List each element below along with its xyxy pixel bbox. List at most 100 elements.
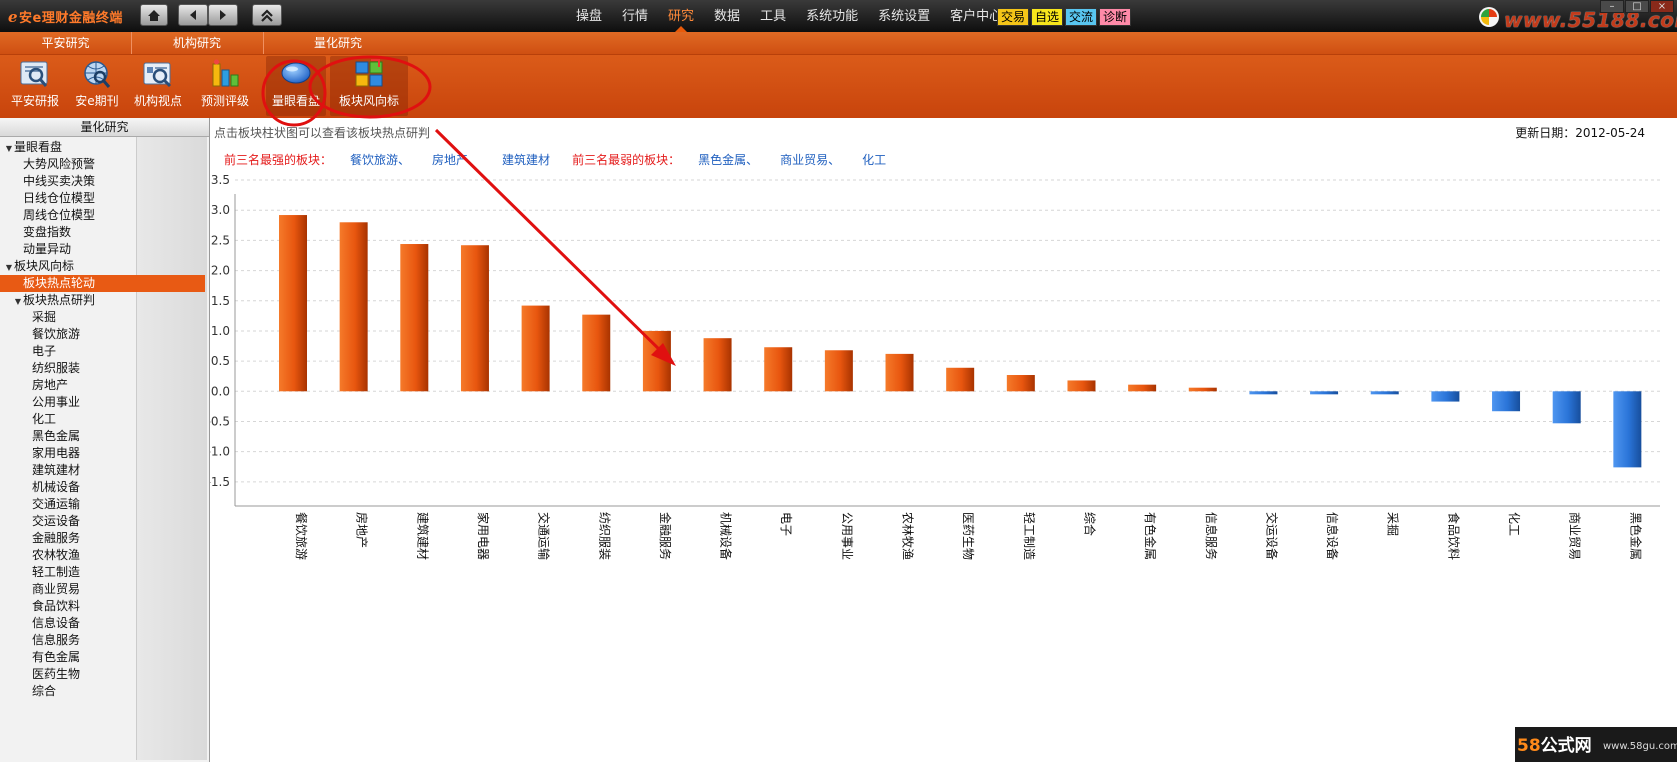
- tree-item[interactable]: 周线仓位模型: [0, 207, 209, 224]
- quick-button[interactable]: 交易: [997, 8, 1030, 26]
- tree-item[interactable]: ▼ 板块热点研判: [0, 292, 209, 309]
- tree-item[interactable]: 农林牧渔: [0, 547, 209, 564]
- bar-电子[interactable]: [764, 347, 793, 392]
- tree-item[interactable]: 日线仓位模型: [0, 190, 209, 207]
- bar-信息设备[interactable]: [1310, 391, 1339, 395]
- tree-item[interactable]: 公用事业: [0, 394, 209, 411]
- tree-item[interactable]: 食品饮料: [0, 598, 209, 615]
- tree-item[interactable]: 交运设备: [0, 513, 209, 530]
- bar-轻工制造[interactable]: [1006, 375, 1035, 392]
- tree-item[interactable]: 餐饮旅游: [0, 326, 209, 343]
- tree-item[interactable]: 中线买卖决策: [0, 173, 209, 190]
- tool-sector-wind-vane[interactable]: 板块风向标: [330, 56, 408, 116]
- bar-食品饮料[interactable]: [1431, 391, 1460, 402]
- tree-item[interactable]: 纺织服装: [0, 360, 209, 377]
- bar-农林牧渔[interactable]: [885, 353, 914, 392]
- bar-医药生物[interactable]: [946, 367, 975, 392]
- strongest-sector-link[interactable]: 餐饮旅游、: [350, 150, 410, 170]
- close-button[interactable]: ×: [1650, 0, 1674, 13]
- tool-quant-eye[interactable]: 量眼看盘: [266, 56, 326, 116]
- menu-item[interactable]: 操盘: [566, 0, 612, 32]
- tree-item-label: 化工: [32, 412, 57, 426]
- app-logo-e-icon: e: [8, 8, 19, 26]
- tree-item[interactable]: 建筑建材: [0, 462, 209, 479]
- bar-黑色金属[interactable]: [1613, 391, 1642, 468]
- tree-item[interactable]: ▼ 量眼看盘: [0, 139, 209, 156]
- tree-item[interactable]: 化工: [0, 411, 209, 428]
- tool-institution-view[interactable]: 机构视点: [128, 56, 188, 116]
- tree-item[interactable]: 商业贸易: [0, 581, 209, 598]
- bar-有色金属[interactable]: [1128, 384, 1157, 392]
- strongest-sector-link[interactable]: 建筑建材: [502, 150, 550, 170]
- weakest-sector-link[interactable]: 商业贸易、: [780, 150, 840, 170]
- strongest-sector-link[interactable]: 房地产、: [432, 150, 480, 170]
- menu-item[interactable]: 系统设置: [868, 0, 940, 32]
- tree-item[interactable]: 采掘: [0, 309, 209, 326]
- tree-item-label: 信息设备: [32, 616, 81, 630]
- maximize-button[interactable]: □: [1625, 0, 1649, 13]
- tree-item[interactable]: 金融服务: [0, 530, 209, 547]
- tree-item[interactable]: ▼ 板块风向标: [0, 258, 209, 275]
- weakest-sector-link[interactable]: 黑色金属、: [698, 150, 758, 170]
- tree-expand-icon[interactable]: ▼: [13, 293, 23, 310]
- tree-item[interactable]: 黑色金属: [0, 428, 209, 445]
- tree-item[interactable]: 大势风险预警: [0, 156, 209, 173]
- tool-pingan-report[interactable]: 平安研报: [4, 56, 66, 116]
- bar-公用事业[interactable]: [824, 350, 853, 392]
- quick-button[interactable]: 诊断: [1099, 8, 1132, 26]
- bar-交运设备[interactable]: [1249, 391, 1278, 395]
- bar-交通运输[interactable]: [521, 305, 550, 392]
- bar-家用电器[interactable]: [460, 245, 489, 392]
- tree-item[interactable]: 有色金属: [0, 649, 209, 666]
- tree-item[interactable]: 机械设备: [0, 479, 209, 496]
- tree-item[interactable]: 轻工制造: [0, 564, 209, 581]
- tree-item[interactable]: 变盘指数: [0, 224, 209, 241]
- bar-采掘[interactable]: [1370, 391, 1399, 395]
- watermark-bottom: 58公式网 www.58gu.com: [1515, 727, 1677, 762]
- y-tick-label: 0.0: [211, 384, 230, 398]
- back-button[interactable]: [178, 4, 208, 26]
- tree-expand-icon[interactable]: ▼: [4, 140, 14, 157]
- tree-item-label: 板块热点轮动: [23, 276, 96, 290]
- bar-纺织服装[interactable]: [582, 314, 611, 392]
- tree-item-label: 周线仓位模型: [23, 208, 96, 222]
- quick-button[interactable]: 自选: [1031, 8, 1064, 26]
- forward-button[interactable]: [208, 4, 238, 26]
- bar-信息服务[interactable]: [1188, 387, 1217, 392]
- menu-item[interactable]: 数据: [704, 0, 750, 32]
- tree-item[interactable]: 医药生物: [0, 666, 209, 683]
- tree-item[interactable]: 交通运输: [0, 496, 209, 513]
- menu-item[interactable]: 工具: [750, 0, 796, 32]
- collapse-button[interactable]: [252, 4, 282, 26]
- tree-item[interactable]: 房地产: [0, 377, 209, 394]
- x-tick-label: 纺织服装: [597, 512, 611, 560]
- menu-item[interactable]: 系统功能: [796, 0, 868, 32]
- tree-item[interactable]: 家用电器: [0, 445, 209, 462]
- x-tick-label: 信息服务: [1204, 512, 1219, 560]
- tree-item[interactable]: 信息设备: [0, 615, 209, 632]
- weakest-sector-link[interactable]: 化工: [862, 150, 886, 170]
- x-tick-label: 医药生物: [961, 512, 975, 560]
- bar-商业贸易[interactable]: [1552, 391, 1581, 424]
- tree-item[interactable]: 信息服务: [0, 632, 209, 649]
- bar-综合[interactable]: [1067, 380, 1096, 392]
- bar-机械设备[interactable]: [703, 338, 732, 392]
- home-button[interactable]: [140, 4, 168, 26]
- bar-餐饮旅游[interactable]: [279, 215, 307, 392]
- tree-item[interactable]: 动量异动: [0, 241, 209, 258]
- bar-建筑建材[interactable]: [400, 244, 429, 392]
- bar-金融服务[interactable]: [642, 330, 671, 392]
- bar-化工[interactable]: [1492, 391, 1521, 412]
- menu-item[interactable]: 行情: [612, 0, 658, 32]
- minimize-button[interactable]: –: [1600, 0, 1624, 13]
- tree-item[interactable]: 综合: [0, 683, 209, 700]
- double-chevron-up-icon: [261, 8, 273, 22]
- bar-房地产[interactable]: [339, 222, 368, 392]
- menu-item[interactable]: 研究: [658, 0, 704, 32]
- tree-item[interactable]: 电子: [0, 343, 209, 360]
- tree-item[interactable]: 板块热点轮动: [0, 275, 205, 292]
- tool-forecast-rating[interactable]: 预测评级: [192, 56, 258, 116]
- tree-expand-icon[interactable]: ▼: [4, 259, 14, 276]
- tool-journal[interactable]: 安e期刊: [68, 56, 126, 116]
- quick-button[interactable]: 交流: [1065, 8, 1098, 26]
